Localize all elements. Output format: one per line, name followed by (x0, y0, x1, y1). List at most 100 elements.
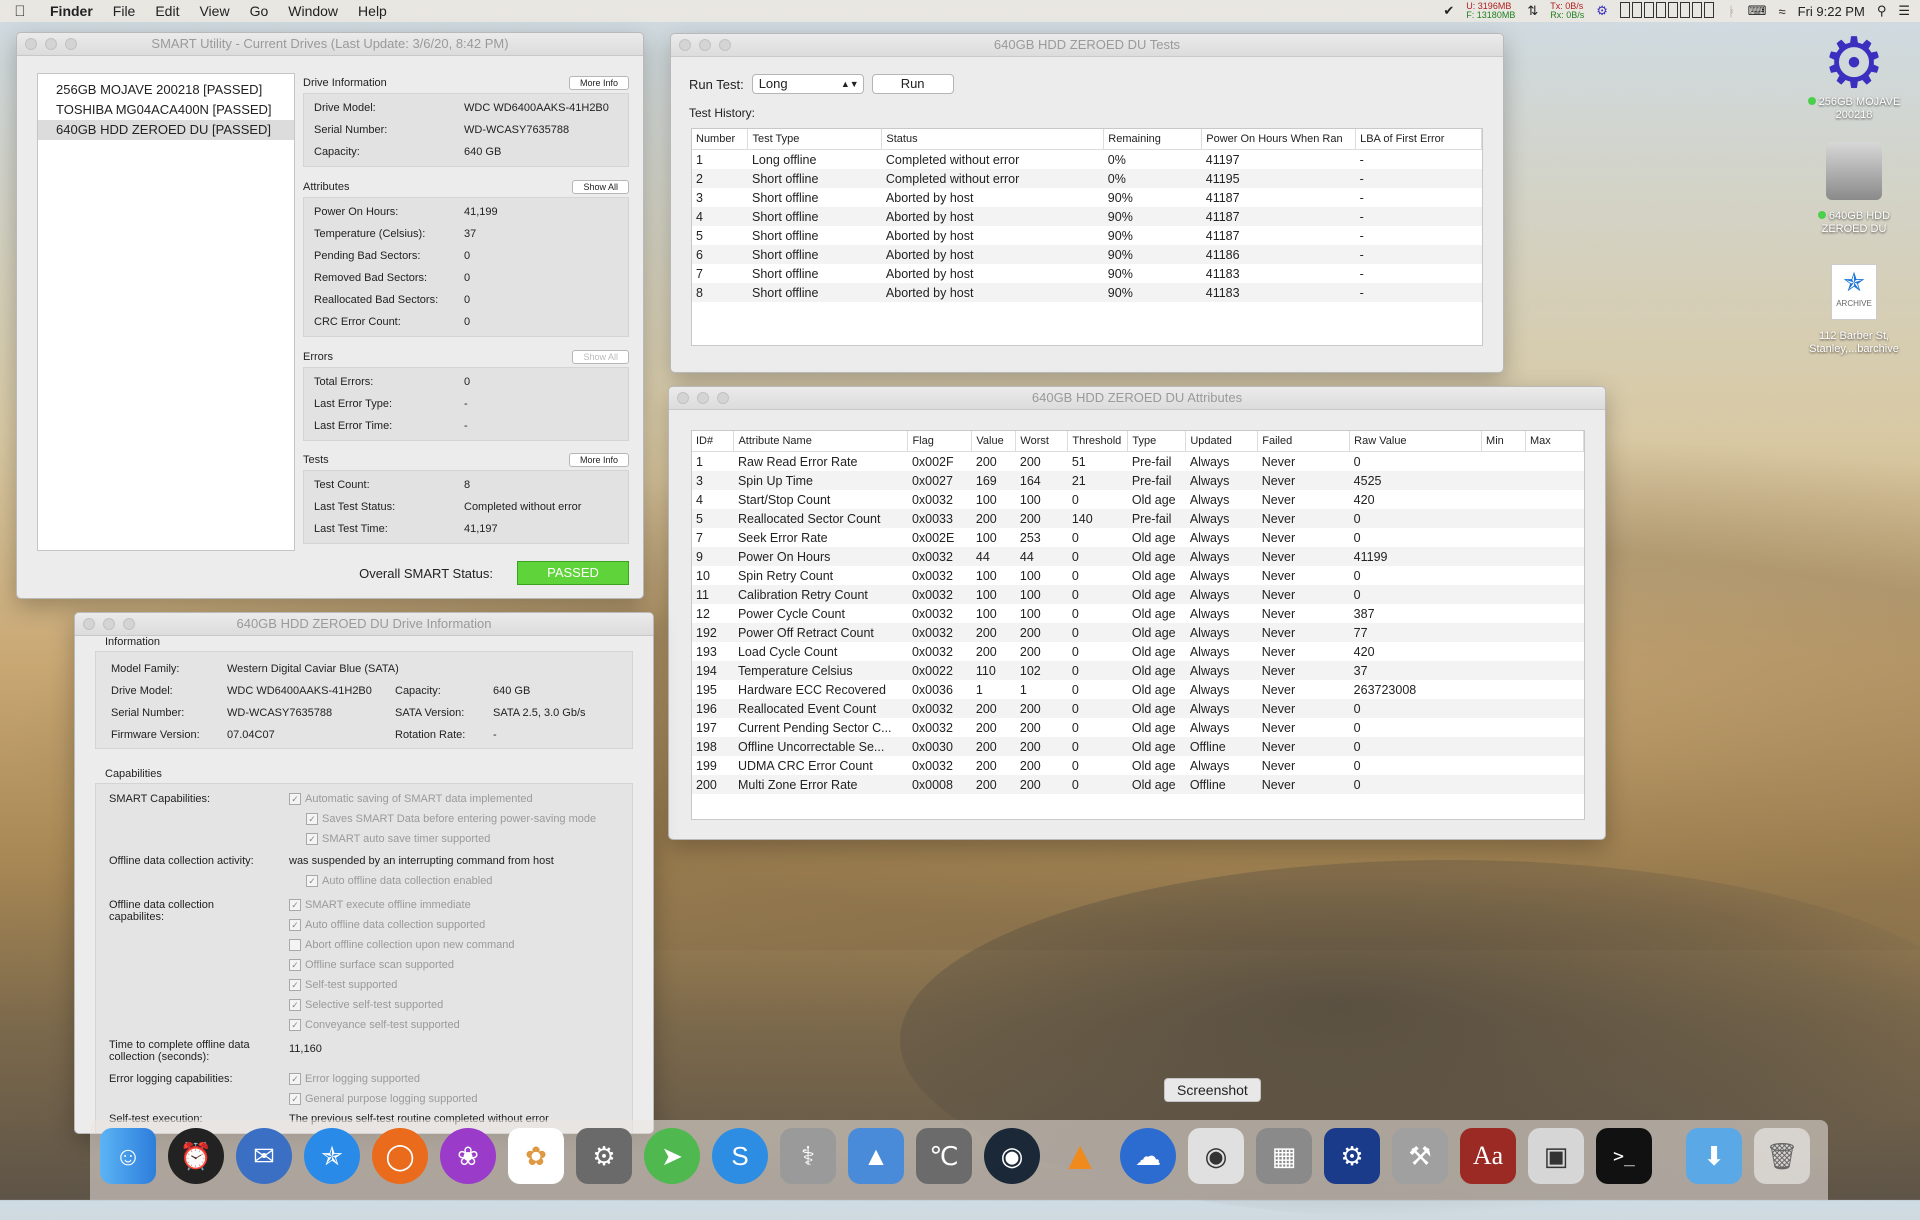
minimize-button[interactable] (697, 392, 709, 404)
menu-finder[interactable]: Finder (40, 3, 103, 19)
checkmark-status-icon[interactable]: ✔ (1443, 3, 1454, 19)
minimize-button[interactable] (699, 39, 711, 51)
table-row[interactable]: 200 Multi Zone Error Rate 0x0008 200 200 0 Old… (692, 775, 1584, 794)
table-row[interactable]: 11 Calibration Retry Count 0x0032 100 100 0 Ol… (692, 585, 1584, 604)
steam-icon[interactable]: ◉ (984, 1128, 1040, 1184)
close-button[interactable] (677, 392, 689, 404)
table-row[interactable]: 1 Raw Read Error Rate 0x002F 200 200 51 Pre-fa… (692, 452, 1584, 472)
safari-icon[interactable]: ✯ (304, 1128, 360, 1184)
bluetooth-icon[interactable]: ᛓ (1728, 4, 1736, 19)
checkbox[interactable]: ✓ Auto offline data collection enabled (306, 875, 492, 887)
disk-utility-icon[interactable]: ⚕ (780, 1128, 836, 1184)
table-row[interactable]: 7 Short offline Aborted by host 90% 41183 - (692, 264, 1482, 283)
window-titlebar[interactable]: SMART Utility - Current Drives (Last Upd… (17, 33, 643, 56)
drive-list[interactable]: 256GB MOJAVE 200218 [PASSED] TOSHIBA MG0… (37, 73, 295, 551)
memory-monitor[interactable]: U: 3196MB F: 13180MB (1466, 2, 1515, 20)
table-row[interactable]: 2 Short offline Completed without error 0% 4… (692, 169, 1482, 188)
column-header[interactable]: Number (692, 129, 749, 150)
column-header[interactable]: Flag (907, 431, 973, 452)
column-header[interactable]: Remaining (1103, 129, 1203, 150)
checkbox[interactable]: ✓ SMART execute offline immediate (289, 899, 471, 911)
test-history-table[interactable]: Number Test Type Status Remaining Power On H… (691, 128, 1483, 346)
close-button[interactable] (679, 39, 691, 51)
table-row[interactable]: 4 Start/Stop Count 0x0032 100 100 0 Old age Alw… (692, 490, 1584, 509)
spotlight-search-icon[interactable]: ⚲ (1877, 3, 1887, 19)
drive-list-item-selected[interactable]: 640GB HDD ZEROED DU [PASSED] (38, 120, 294, 140)
photos-icon[interactable]: ✿ (508, 1128, 564, 1184)
test-type-select[interactable]: Long ▲▼ (751, 74, 864, 94)
zoom-button[interactable] (719, 39, 731, 51)
checkbox[interactable]: ✓ Conveyance self-test supported (289, 1019, 460, 1031)
table-row[interactable]: 12 Power Cycle Count 0x0032 100 100 0 Old age A… (692, 604, 1584, 623)
notification-center-icon[interactable]: ☰ (1898, 3, 1910, 19)
checkbox[interactable]: ✓ Offline surface scan supported (289, 959, 454, 971)
column-header[interactable]: ID# (692, 431, 735, 452)
menu-file[interactable]: File (103, 3, 146, 19)
menu-help[interactable]: Help (348, 3, 397, 19)
temperature-app-icon[interactable]: ℃ (916, 1128, 972, 1184)
table-row[interactable]: 4 Short offline Aborted by host 90% 41187- (692, 207, 1482, 226)
activity-monitor-icon[interactable]: ▲ (848, 1128, 904, 1184)
column-header[interactable]: Value (971, 431, 1017, 452)
screenshot-icon[interactable]: ◉ (1188, 1128, 1244, 1184)
downloads-folder-icon[interactable]: ⬇ (1686, 1128, 1742, 1184)
table-row[interactable]: 5 Short offline Aborted by host 90% 41187 - (692, 226, 1482, 245)
table-row[interactable]: 5 Reallocated Sector Count 0x0033 200 200 140… (692, 509, 1584, 528)
table-row[interactable]: 194 Temperature Celsius 0x0022 110 102 0 Old a… (692, 661, 1584, 680)
zoom-button[interactable] (123, 618, 135, 630)
menu-clock[interactable]: Fri 9:22 PM (1798, 4, 1865, 19)
zoom-button[interactable] (717, 392, 729, 404)
checkbox[interactable]: ✓ Auto offline data collection supported (289, 919, 485, 931)
table-row[interactable]: 8 Short offline Aborted by host 90% 41183- (692, 283, 1482, 302)
xcode-installer-icon[interactable]: ⚒ (1392, 1128, 1448, 1184)
wifi-icon[interactable]: ≈ (1778, 4, 1785, 19)
attributes-show-all-button[interactable]: Show All (572, 180, 629, 194)
launchpad-icon[interactable]: ⏰ (168, 1128, 224, 1184)
drive-list-item[interactable]: TOSHIBA MG04ACA400N [PASSED] (38, 100, 294, 120)
dictionary-icon[interactable]: Aa (1460, 1128, 1516, 1184)
menu-window[interactable]: Window (278, 3, 348, 19)
drive-list-item[interactable]: 256GB MOJAVE 200218 [PASSED] (38, 80, 294, 100)
table-row[interactable]: 192 Power Off Retract Count 0x0032 200 200 0 O… (692, 623, 1584, 642)
table-row[interactable]: 3 Spin Up Time 0x0027 169 164 21 Pre-fail Alway… (692, 471, 1584, 490)
column-header[interactable]: Test Type (747, 129, 883, 150)
column-header[interactable]: Max (1525, 431, 1584, 452)
cpu-meter[interactable] (1619, 1, 1716, 21)
checkbox[interactable]: ✓ Saves SMART Data before entering power-… (306, 813, 596, 825)
terminal-icon[interactable]: >_ (1596, 1128, 1652, 1184)
zoom-button[interactable] (65, 38, 77, 50)
network-monitor[interactable]: Tx: 0B/s Rx: 0B/s (1550, 2, 1584, 20)
checkbox[interactable]: ✓ SMART auto save timer supported (306, 833, 490, 845)
table-row[interactable]: 196 Reallocated Event Count 0x0032 200 200 0 O… (692, 699, 1584, 718)
desktop-icon-mojave[interactable]: ⚙ 256GB MOJAVE 200218 (1794, 28, 1914, 122)
checkbox[interactable]: ✓ General purpose logging supported (289, 1093, 477, 1105)
column-header[interactable]: Threshold (1067, 431, 1129, 452)
errors-show-all-button[interactable]: Show All (572, 350, 629, 364)
close-button[interactable] (83, 618, 95, 630)
checkbox[interactable]: ✓ Automatic saving of SMART data implemen… (289, 793, 533, 805)
column-header[interactable]: Updated (1185, 431, 1259, 452)
vlc-icon[interactable]: ▲ (1052, 1128, 1108, 1184)
drive-more-info-button[interactable]: More Info (568, 76, 629, 90)
apple-menu-icon[interactable]:  (0, 3, 40, 20)
column-header[interactable]: Attribute Name (733, 431, 909, 452)
table-row[interactable]: 7 Seek Error Rate 0x002E 100 253 0 Old age Alwa… (692, 528, 1584, 547)
table-row[interactable]: 3 Short offline Aborted by host 90% 41187 - (692, 188, 1482, 207)
boot-camp-icon[interactable]: ▣ (1528, 1128, 1584, 1184)
table-row[interactable]: 193 Load Cycle Count 0x0032 200 200 0 Old age A… (692, 642, 1584, 661)
minimize-button[interactable] (45, 38, 57, 50)
finder-icon[interactable]: ☺ (100, 1128, 156, 1184)
menu-go[interactable]: Go (240, 3, 279, 19)
trash-icon[interactable]: 🗑 (1754, 1128, 1810, 1184)
firefox-icon[interactable]: ◯ (372, 1128, 428, 1184)
table-row[interactable]: 195 Hardware ECC Recovered 0x0036 1 1 0 Old ag… (692, 680, 1584, 699)
column-header[interactable]: Power On Hours When Ran (1201, 129, 1357, 150)
keyboard-icon[interactable]: ⌨ (1748, 3, 1767, 19)
tests-more-info-button[interactable]: More Info (568, 453, 629, 467)
table-row[interactable]: 199 UDMA CRC Error Count 0x0032 200 200 0 Old … (692, 756, 1584, 775)
column-header[interactable]: Type (1127, 431, 1187, 452)
table-row[interactable]: 6 Short offline Aborted by host 90% 41186- (692, 245, 1482, 264)
column-header[interactable]: Worst (1015, 431, 1069, 452)
column-header[interactable]: Min (1481, 431, 1526, 452)
window-titlebar[interactable]: 640GB HDD ZEROED DU Tests (671, 34, 1503, 57)
